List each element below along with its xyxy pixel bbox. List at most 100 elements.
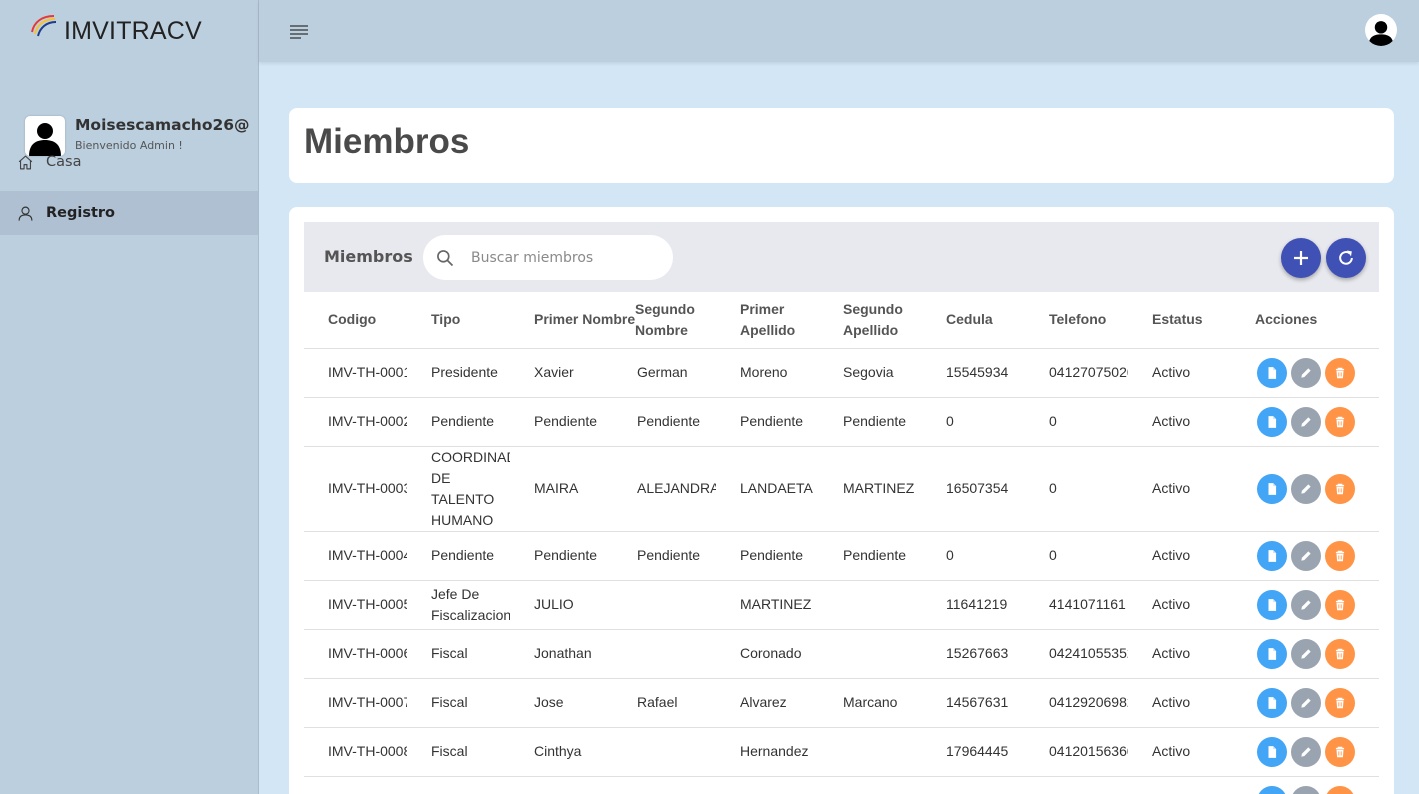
document-icon <box>1268 696 1277 709</box>
plus-icon <box>1294 251 1308 265</box>
edit-button[interactable] <box>1291 406 1321 437</box>
table-cell: 14567631 <box>922 678 1025 728</box>
table-cell: 04241055352 <box>1025 629 1128 679</box>
edit-button[interactable] <box>1291 540 1321 571</box>
view-button[interactable] <box>1257 357 1287 388</box>
view-button[interactable] <box>1257 473 1287 504</box>
sidebar-item-registro[interactable]: Registro <box>0 191 258 235</box>
view-button[interactable] <box>1257 736 1287 767</box>
table-cell: Pendiente <box>613 531 716 581</box>
table-cell: COORDINADOR DE TALENTO HUMANO <box>407 446 510 532</box>
table-cell: Jose <box>510 678 613 728</box>
delete-button[interactable] <box>1325 736 1355 767</box>
delete-button[interactable] <box>1325 406 1355 437</box>
edit-button[interactable] <box>1291 638 1321 669</box>
sidebar-item-casa[interactable]: Casa <box>0 140 258 184</box>
table-cell: 04129206982 <box>1025 678 1128 728</box>
trash-icon <box>1335 697 1345 708</box>
table-cell: Rafael <box>613 678 716 728</box>
document-icon <box>1268 366 1277 379</box>
table-cell: Activo <box>1128 580 1231 630</box>
table-cell: Cinthya <box>510 727 613 777</box>
column-header[interactable]: Primer Nombre <box>510 292 635 349</box>
edit-button[interactable] <box>1291 736 1321 767</box>
delete-button[interactable] <box>1325 357 1355 388</box>
table-row[interactable]: IMV-TH-0006 Fiscal Jonathan Coronado 1526766… <box>304 629 1379 679</box>
view-button[interactable] <box>1257 687 1287 718</box>
table-row[interactable]: IMV-TH-0003COORDINADOR DE TALENTO HUMANO… <box>304 446 1379 532</box>
account-avatar[interactable] <box>1365 14 1397 46</box>
pencil-icon <box>1301 550 1311 561</box>
edit-button[interactable] <box>1291 589 1321 620</box>
column-header[interactable]: Cedula <box>922 292 1025 349</box>
edit-button[interactable] <box>1291 687 1321 718</box>
trash-icon <box>1335 746 1345 757</box>
table-cell: 0 <box>922 397 1025 447</box>
delete-button[interactable] <box>1325 638 1355 669</box>
table-cell: Activo <box>1128 446 1231 532</box>
actions-cell <box>1231 397 1379 447</box>
delete-button[interactable] <box>1325 473 1355 504</box>
actions-cell <box>1231 348 1379 398</box>
table-row[interactable]: IMV-TH-0005 Jefe De Fiscalizacion JULIO MAR… <box>304 580 1379 630</box>
refresh-button[interactable] <box>1326 238 1366 278</box>
view-button[interactable] <box>1257 638 1287 669</box>
add-member-button[interactable] <box>1281 238 1321 278</box>
table-cell: 15267663 <box>922 629 1025 679</box>
column-header[interactable]: Telefono <box>1025 292 1128 349</box>
table-cell: Marcano <box>819 678 922 728</box>
menu-toggle-button[interactable] <box>287 20 311 44</box>
table-row[interactable]: IMV-TH-0008 Fiscal Cinthya Hernandez 1796444… <box>304 727 1379 777</box>
sidebar-item-label: Casa <box>46 154 82 170</box>
table-cell: Fiscal <box>407 727 510 777</box>
trash-icon <box>1335 483 1345 494</box>
column-header[interactable]: Primer Apellido <box>716 292 819 349</box>
table-cell: Segovia <box>819 348 922 398</box>
table-row[interactable]: IMV-TH-0009FiscalHamdlerJoseNavasFumero1… <box>304 776 1379 794</box>
view-button[interactable] <box>1257 785 1287 794</box>
delete-button[interactable] <box>1325 687 1355 718</box>
table-cell: Fiscal <box>407 776 510 794</box>
table-cell: Pendiente <box>716 531 819 581</box>
column-header[interactable]: Segundo Apellido <box>819 292 922 349</box>
brand[interactable]: IMVITRACV <box>0 0 258 62</box>
delete-button[interactable] <box>1325 589 1355 620</box>
search-box[interactable] <box>423 235 673 280</box>
table-row[interactable]: IMV-TH-0007 Fiscal Jose Rafael Alvarez Marcan… <box>304 678 1379 728</box>
trash-icon <box>1335 550 1345 561</box>
search-input[interactable] <box>471 249 651 266</box>
table-cell: JULIO <box>510 580 613 630</box>
table-row[interactable]: IMV-TH-0004 Pendiente Pendiente Pendiente Pe… <box>304 531 1379 581</box>
table-cell: Jose <box>613 776 716 794</box>
pencil-icon <box>1301 483 1311 494</box>
table-cell: MAIRA <box>510 446 613 532</box>
edit-button[interactable] <box>1291 473 1321 504</box>
delete-button[interactable] <box>1325 540 1355 571</box>
table-cell: 04120156360 <box>1025 727 1128 777</box>
table-cell: Activo <box>1128 727 1231 777</box>
document-icon <box>1268 647 1277 660</box>
view-button[interactable] <box>1257 589 1287 620</box>
table-row[interactable]: IMV-TH-0002 Pendiente Pendiente Pendiente Pe… <box>304 397 1379 447</box>
actions-cell <box>1231 531 1379 581</box>
table-cell: Navas <box>716 776 819 794</box>
column-header: Acciones <box>1231 292 1379 349</box>
view-button[interactable] <box>1257 540 1287 571</box>
table-cell: Activo <box>1128 678 1231 728</box>
pencil-icon <box>1301 648 1311 659</box>
members-table-card: Miembros Codigo T <box>289 207 1394 794</box>
view-button[interactable] <box>1257 406 1287 437</box>
edit-button[interactable] <box>1291 357 1321 388</box>
table-cell: IMV-TH-0002 <box>304 397 407 447</box>
delete-button[interactable] <box>1325 785 1355 794</box>
edit-button[interactable] <box>1291 785 1321 794</box>
table-cell: Pendiente <box>407 397 510 447</box>
column-header[interactable]: Estatus <box>1128 292 1231 349</box>
user-avatar-icon <box>1368 21 1394 46</box>
document-icon <box>1268 745 1277 758</box>
search-icon <box>437 249 454 266</box>
table-row[interactable]: IMV-TH-0001 Presidente Xavier German Moreno S… <box>304 348 1379 398</box>
column-header[interactable]: Codigo <box>304 292 407 349</box>
members-table: Codigo Tipo Primer Nombre Segundo Nombre… <box>304 292 1379 794</box>
column-header[interactable]: Tipo <box>407 292 510 349</box>
